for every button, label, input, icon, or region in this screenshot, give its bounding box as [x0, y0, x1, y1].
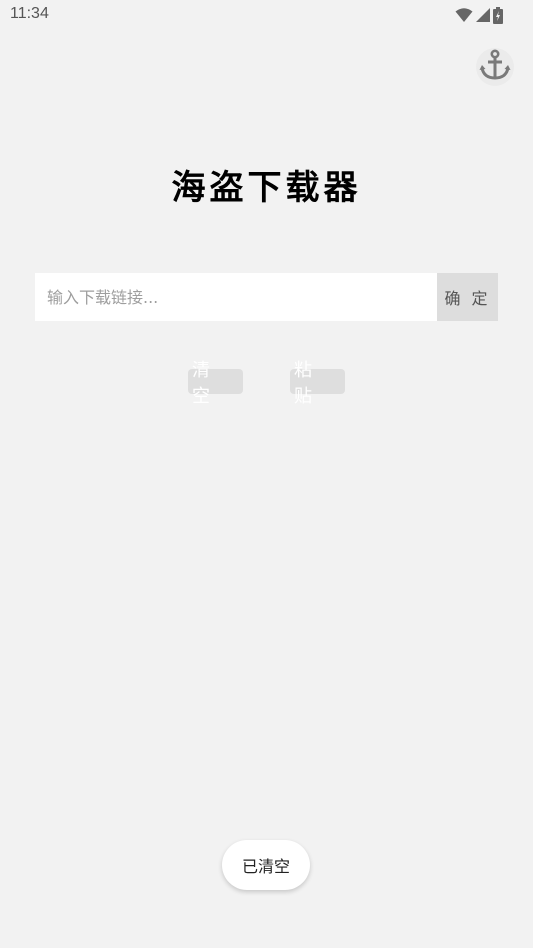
wifi-icon [455, 7, 473, 23]
toast-message: 已清空 [222, 840, 310, 890]
download-url-input[interactable] [35, 273, 437, 321]
battery-icon [493, 6, 503, 24]
status-time: 11:34 [10, 5, 49, 22]
anchor-button[interactable] [476, 48, 514, 86]
paste-button[interactable]: 粘 贴 [290, 360, 345, 407]
status-icons [455, 6, 503, 24]
clear-button[interactable]: 清 空 [188, 360, 243, 407]
anchor-icon [478, 48, 512, 86]
signal-icon [475, 7, 491, 23]
status-bar: 11:34 [0, 0, 533, 30]
app-title: 海盗下载器 [171, 168, 362, 208]
confirm-button[interactable]: 确 定 [437, 273, 498, 321]
download-form: 确 定 [35, 273, 498, 321]
